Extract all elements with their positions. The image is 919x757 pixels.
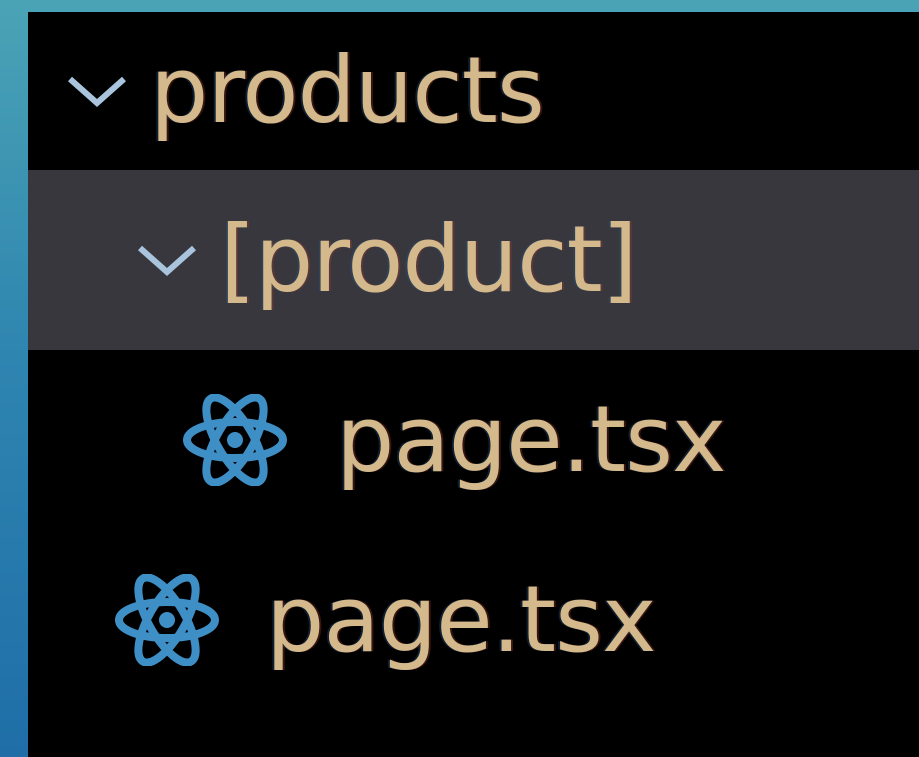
react-icon bbox=[183, 394, 287, 486]
tree-item-label: page.tsx bbox=[336, 386, 726, 493]
chevron-down-icon[interactable] bbox=[66, 71, 128, 111]
tree-item-label: page.tsx bbox=[266, 566, 656, 673]
tree-item-label: [product] bbox=[220, 206, 638, 313]
chevron-down-icon[interactable] bbox=[136, 240, 198, 280]
tree-item-page-tsx-nested[interactable]: page.tsx bbox=[28, 350, 919, 530]
tree-item-label: products bbox=[150, 37, 545, 144]
tree-item-product-folder[interactable]: [product] bbox=[28, 170, 919, 350]
file-explorer-tree: products [product] page.tsx page.tsx bbox=[28, 12, 919, 757]
react-icon bbox=[115, 574, 219, 666]
tree-item-products-folder[interactable]: products bbox=[28, 12, 919, 170]
tree-item-page-tsx[interactable]: page.tsx bbox=[28, 530, 919, 710]
